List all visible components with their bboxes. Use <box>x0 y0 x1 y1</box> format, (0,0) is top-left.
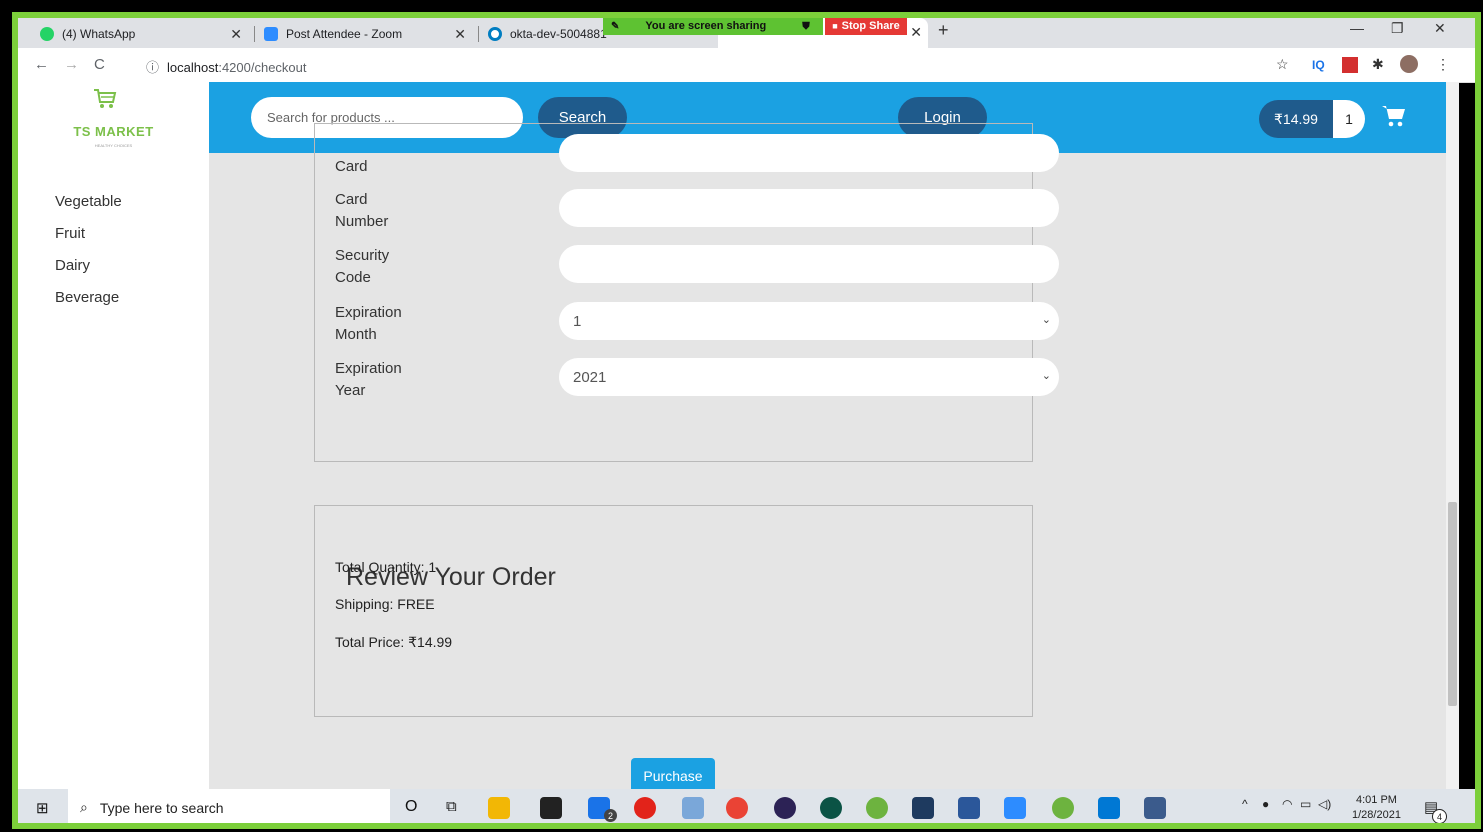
screen-share-border <box>12 12 1481 829</box>
